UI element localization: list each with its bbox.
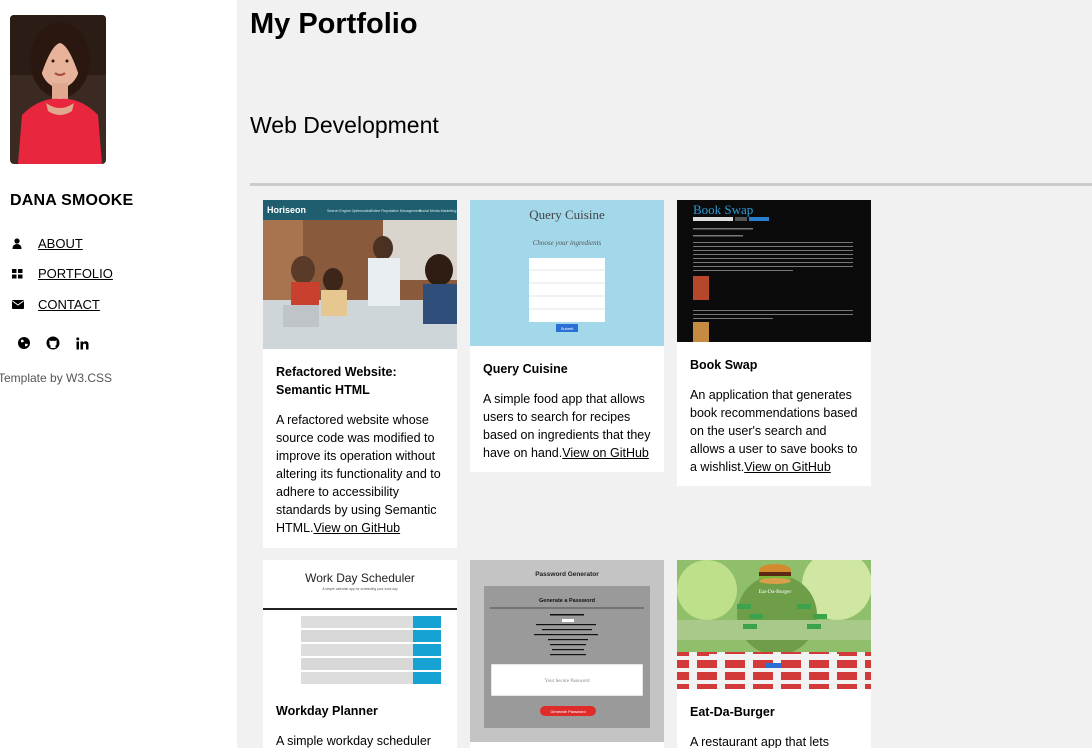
nav-item-about[interactable]: ABOUT bbox=[10, 228, 113, 259]
section-title: Web Development bbox=[250, 112, 439, 138]
grid-icon bbox=[10, 268, 38, 279]
template-credit: Template by W3.CSS bbox=[0, 371, 113, 385]
profile-name: DANA SMOOKE bbox=[10, 192, 134, 209]
globe-icon[interactable] bbox=[16, 335, 32, 351]
project-title: Book Swap bbox=[690, 358, 758, 372]
github-link[interactable]: View on GitHub bbox=[744, 460, 831, 474]
project-card: Work Day Scheduler A simple calendar app… bbox=[263, 560, 457, 748]
thumb-placeholder: Your Secure Password bbox=[544, 679, 590, 684]
thumb-heading: Query Cuisine bbox=[529, 207, 605, 222]
thumb-heading: Password Generator bbox=[535, 571, 599, 578]
project-description: A simple food app that allows users to s… bbox=[483, 392, 651, 460]
project-description: A refactored website whose source code w… bbox=[276, 413, 441, 535]
thumb-heading: Book Swap bbox=[693, 202, 753, 217]
linkedin-icon[interactable] bbox=[74, 335, 90, 351]
thumb-nav-2: Online Reputation Management bbox=[370, 209, 421, 213]
envelope-icon bbox=[10, 299, 38, 309]
project-card: Book Swap Book Swap An application that … bbox=[677, 200, 871, 486]
project-description: A restaurant app that lets users bbox=[690, 735, 829, 748]
main-content: My Portfolio Web Development Horiseon Se… bbox=[237, 0, 1092, 748]
thumb-heading: Eat-Da-Burger bbox=[759, 589, 792, 595]
thumb-button: Generate Password bbox=[550, 709, 585, 714]
thumb-nav-3: Social Media Marketing bbox=[419, 209, 456, 213]
sidebar: DANA SMOOKE ABOUT PORTFOLIO CONTACT Temp… bbox=[0, 0, 237, 748]
thumb-brand: Horiseon bbox=[267, 205, 306, 215]
project-card: Password Generator Generate a Password Y… bbox=[470, 560, 664, 748]
section-divider bbox=[250, 183, 1092, 186]
project-thumbnail[interactable]: Password Generator Generate a Password Y… bbox=[470, 560, 664, 742]
nav-link-about[interactable]: ABOUT bbox=[38, 236, 83, 251]
user-icon bbox=[10, 238, 38, 249]
project-title: Query Cuisine bbox=[483, 362, 568, 376]
thumb-panel-heading: Generate a Password bbox=[539, 598, 595, 604]
project-card: Horiseon Search Engine Optimization Onli… bbox=[263, 200, 457, 548]
nav-link-portfolio[interactable]: PORTFOLIO bbox=[38, 266, 113, 281]
avatar bbox=[10, 15, 106, 164]
nav-item-contact[interactable]: CONTACT bbox=[10, 289, 113, 320]
github-link[interactable]: View on GitHub bbox=[314, 521, 401, 535]
project-card: Query Cuisine Choose your ingredients Su… bbox=[470, 200, 664, 472]
nav-link-contact[interactable]: CONTACT bbox=[38, 297, 100, 312]
thumb-nav-1: Search Engine Optimization bbox=[327, 209, 372, 213]
github-icon[interactable] bbox=[45, 335, 61, 351]
thumb-subheading: A simple calendar app for scheduling you… bbox=[322, 587, 398, 591]
sidebar-nav: ABOUT PORTFOLIO CONTACT bbox=[10, 228, 113, 320]
thumb-button: Submit bbox=[561, 326, 574, 331]
project-card: Eat-Da-Burger Eat-Da-Burger A restaurant… bbox=[677, 560, 871, 748]
social-links bbox=[16, 335, 90, 351]
thumb-subheading: Choose your ingredients bbox=[533, 239, 602, 247]
project-thumbnail[interactable]: Work Day Scheduler A simple calendar app… bbox=[263, 560, 457, 688]
project-thumbnail[interactable]: Query Cuisine Choose your ingredients Su… bbox=[470, 200, 664, 346]
nav-item-portfolio[interactable]: PORTFOLIO bbox=[10, 259, 113, 290]
project-title: Workday Planner bbox=[276, 704, 378, 718]
project-title: Refactored Website: Semantic HTML bbox=[276, 365, 397, 397]
github-link[interactable]: View on GitHub bbox=[562, 446, 649, 460]
project-thumbnail[interactable]: Book Swap bbox=[677, 200, 871, 342]
page-title: My Portfolio bbox=[250, 8, 418, 40]
project-thumbnail[interactable]: Eat-Da-Burger bbox=[677, 560, 871, 689]
project-description: An application that generates book recom… bbox=[690, 388, 858, 474]
project-thumbnail[interactable]: Horiseon Search Engine Optimization Onli… bbox=[263, 200, 457, 349]
project-title: Eat-Da-Burger bbox=[690, 705, 775, 719]
thumb-heading: Work Day Scheduler bbox=[305, 571, 415, 585]
project-description: A simple workday scheduler bbox=[276, 734, 431, 748]
